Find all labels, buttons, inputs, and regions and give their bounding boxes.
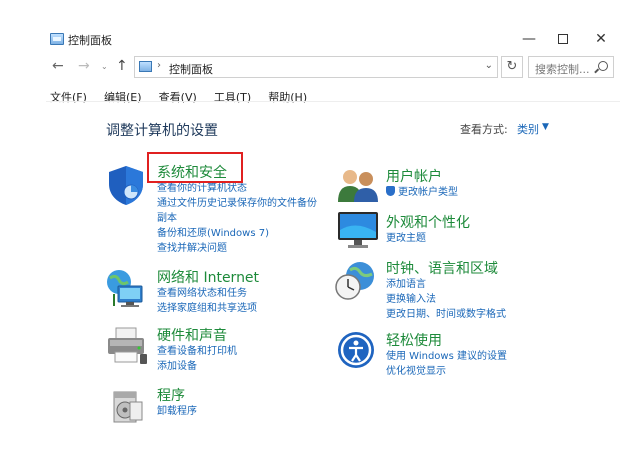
printer-icon[interactable] xyxy=(106,326,148,370)
link-change-account-type-label: 更改帐户类型 xyxy=(398,187,458,198)
maximize-button[interactable] xyxy=(550,28,576,50)
breadcrumb-control-panel[interactable]: 控制面板 xyxy=(169,61,213,77)
category-title-hardware-sound[interactable]: 硬件和声音 xyxy=(157,325,227,345)
minimize-button[interactable]: — xyxy=(516,28,542,50)
menu-edit[interactable]: 编辑(E) xyxy=(104,89,142,105)
link-file-history-backup-cont[interactable]: 副本 xyxy=(157,211,317,226)
view-by-dropdown[interactable]: 类别 xyxy=(517,121,539,137)
menu-divider xyxy=(46,101,620,102)
menu-file[interactable]: 文件(F) xyxy=(50,89,87,105)
programs-icon[interactable] xyxy=(110,388,146,430)
category-title-clock-language-region[interactable]: 时钟、语言和区域 xyxy=(386,258,498,278)
category-title-ease-of-access[interactable]: 轻松使用 xyxy=(386,330,442,350)
chevron-down-icon[interactable]: ▼ xyxy=(542,122,549,132)
control-panel-icon xyxy=(139,61,152,72)
link-view-computer-status[interactable]: 查看你的计算机状态 xyxy=(157,181,317,196)
link-troubleshoot[interactable]: 查找并解决问题 xyxy=(157,241,317,256)
link-change-input-method[interactable]: 更换输入法 xyxy=(386,292,506,307)
window-title: 控制面板 xyxy=(68,34,112,47)
accessibility-icon[interactable] xyxy=(336,330,376,374)
monitor-icon[interactable] xyxy=(336,210,380,256)
uac-shield-icon xyxy=(386,186,395,196)
address-bar[interactable]: › 控制面板 ⌄ xyxy=(134,56,498,78)
search-icon[interactable] xyxy=(598,61,608,71)
link-backup-restore[interactable]: 备份和还原(Windows 7) xyxy=(157,226,317,241)
menu-tools[interactable]: 工具(T) xyxy=(214,89,251,105)
back-button[interactable]: ← xyxy=(52,58,64,74)
view-by-label: 查看方式: xyxy=(460,123,508,136)
link-recommended-settings[interactable]: 使用 Windows 建议的设置 xyxy=(386,349,507,364)
category-title-network[interactable]: 网络和 Internet xyxy=(157,267,259,287)
link-uninstall-program[interactable]: 卸载程序 xyxy=(157,404,197,419)
link-network-status[interactable]: 查看网络状态和任务 xyxy=(157,286,257,301)
control-panel-app-icon xyxy=(50,33,64,45)
shield-icon[interactable] xyxy=(105,164,147,210)
link-add-language[interactable]: 添加语言 xyxy=(386,277,506,292)
forward-button[interactable]: → xyxy=(78,58,90,74)
recent-locations-button[interactable]: ⌄ xyxy=(101,62,108,71)
link-file-history-backup[interactable]: 通过文件历史记录保存你的文件备份 xyxy=(157,196,317,211)
category-title-appearance[interactable]: 外观和个性化 xyxy=(386,212,470,232)
breadcrumb-separator: › xyxy=(157,60,161,71)
menu-bar: 文件(F) 编辑(E) 查看(V) 工具(T) 帮助(H) xyxy=(50,86,319,105)
users-icon[interactable] xyxy=(336,166,380,208)
search-placeholder: 搜索控制... xyxy=(535,63,590,76)
link-change-account-type[interactable]: 更改帐户类型 xyxy=(386,185,458,200)
link-optimize-visual-display[interactable]: 优化视觉显示 xyxy=(386,364,507,379)
highlight-annotation xyxy=(147,152,243,183)
link-change-theme[interactable]: 更改主题 xyxy=(386,231,426,246)
link-devices-printers[interactable]: 查看设备和打印机 xyxy=(157,344,237,359)
network-icon[interactable] xyxy=(104,268,148,314)
category-title-user-accounts[interactable]: 用户帐户 xyxy=(386,166,442,186)
search-input[interactable]: 搜索控制... xyxy=(528,56,614,78)
menu-help[interactable]: 帮助(H) xyxy=(268,89,307,105)
link-add-device[interactable]: 添加设备 xyxy=(157,359,237,374)
maximize-icon xyxy=(558,34,568,44)
category-title-programs[interactable]: 程序 xyxy=(157,385,185,405)
close-button[interactable]: ✕ xyxy=(588,28,614,50)
page-title: 调整计算机的设置 xyxy=(106,123,218,139)
up-button[interactable]: ↑ xyxy=(116,58,128,74)
refresh-button[interactable]: ↻ xyxy=(501,56,523,78)
link-homegroup-sharing[interactable]: 选择家庭组和共享选项 xyxy=(157,301,257,316)
link-change-date-time-format[interactable]: 更改日期、时间或数字格式 xyxy=(386,307,506,322)
address-dropdown-icon[interactable]: ⌄ xyxy=(485,60,493,71)
clock-globe-icon[interactable] xyxy=(334,260,378,306)
menu-view[interactable]: 查看(V) xyxy=(159,89,197,105)
